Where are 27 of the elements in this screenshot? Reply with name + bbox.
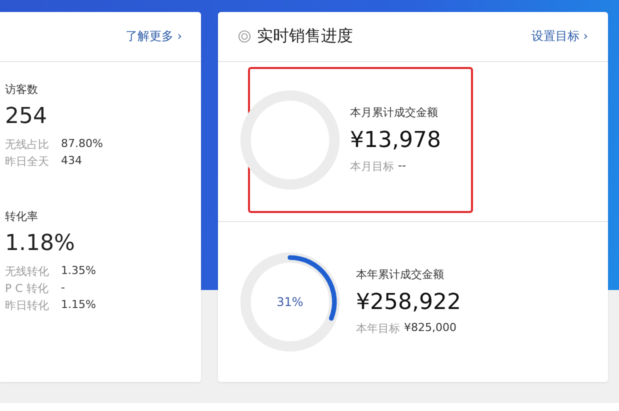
detail-value: -: [61, 281, 65, 296]
amount-value: ¥258,922: [356, 290, 461, 315]
amount-value: ¥13,978: [350, 128, 441, 153]
detail-value: 1.35%: [61, 264, 96, 279]
detail-label: 昨日转化: [5, 298, 50, 313]
set-target-link[interactable]: 设置目标 ›: [531, 28, 588, 45]
amount-label: 本月累计成交金额: [350, 105, 439, 120]
detail-label: 昨日全天: [5, 154, 50, 169]
metric-label: 转化率: [5, 209, 39, 224]
metric-value: 254: [5, 104, 48, 129]
progress-percent: 31%: [276, 294, 304, 308]
metric-value: 1.18%: [5, 231, 76, 256]
target-label: 本年目标: [356, 321, 400, 336]
detail-label: 无线转化: [5, 264, 50, 279]
detail-value: 434: [61, 154, 82, 169]
learn-more-link[interactable]: 了解更多 ›: [125, 28, 182, 45]
detail-value: 1.15%: [61, 298, 96, 313]
target-icon: [238, 30, 251, 43]
target-value: --: [398, 159, 406, 174]
target-label: 本月目标: [350, 159, 394, 174]
detail-value: 87.80%: [61, 137, 103, 152]
card-title: 实时销售进度: [257, 26, 353, 47]
amount-label: 本年累计成交金额: [356, 267, 445, 282]
detail-label: P C 转化: [5, 281, 50, 296]
target-value: ¥825,000: [404, 321, 456, 336]
metric-label: 访客数: [5, 82, 39, 97]
detail-label: 无线占比: [5, 137, 50, 152]
